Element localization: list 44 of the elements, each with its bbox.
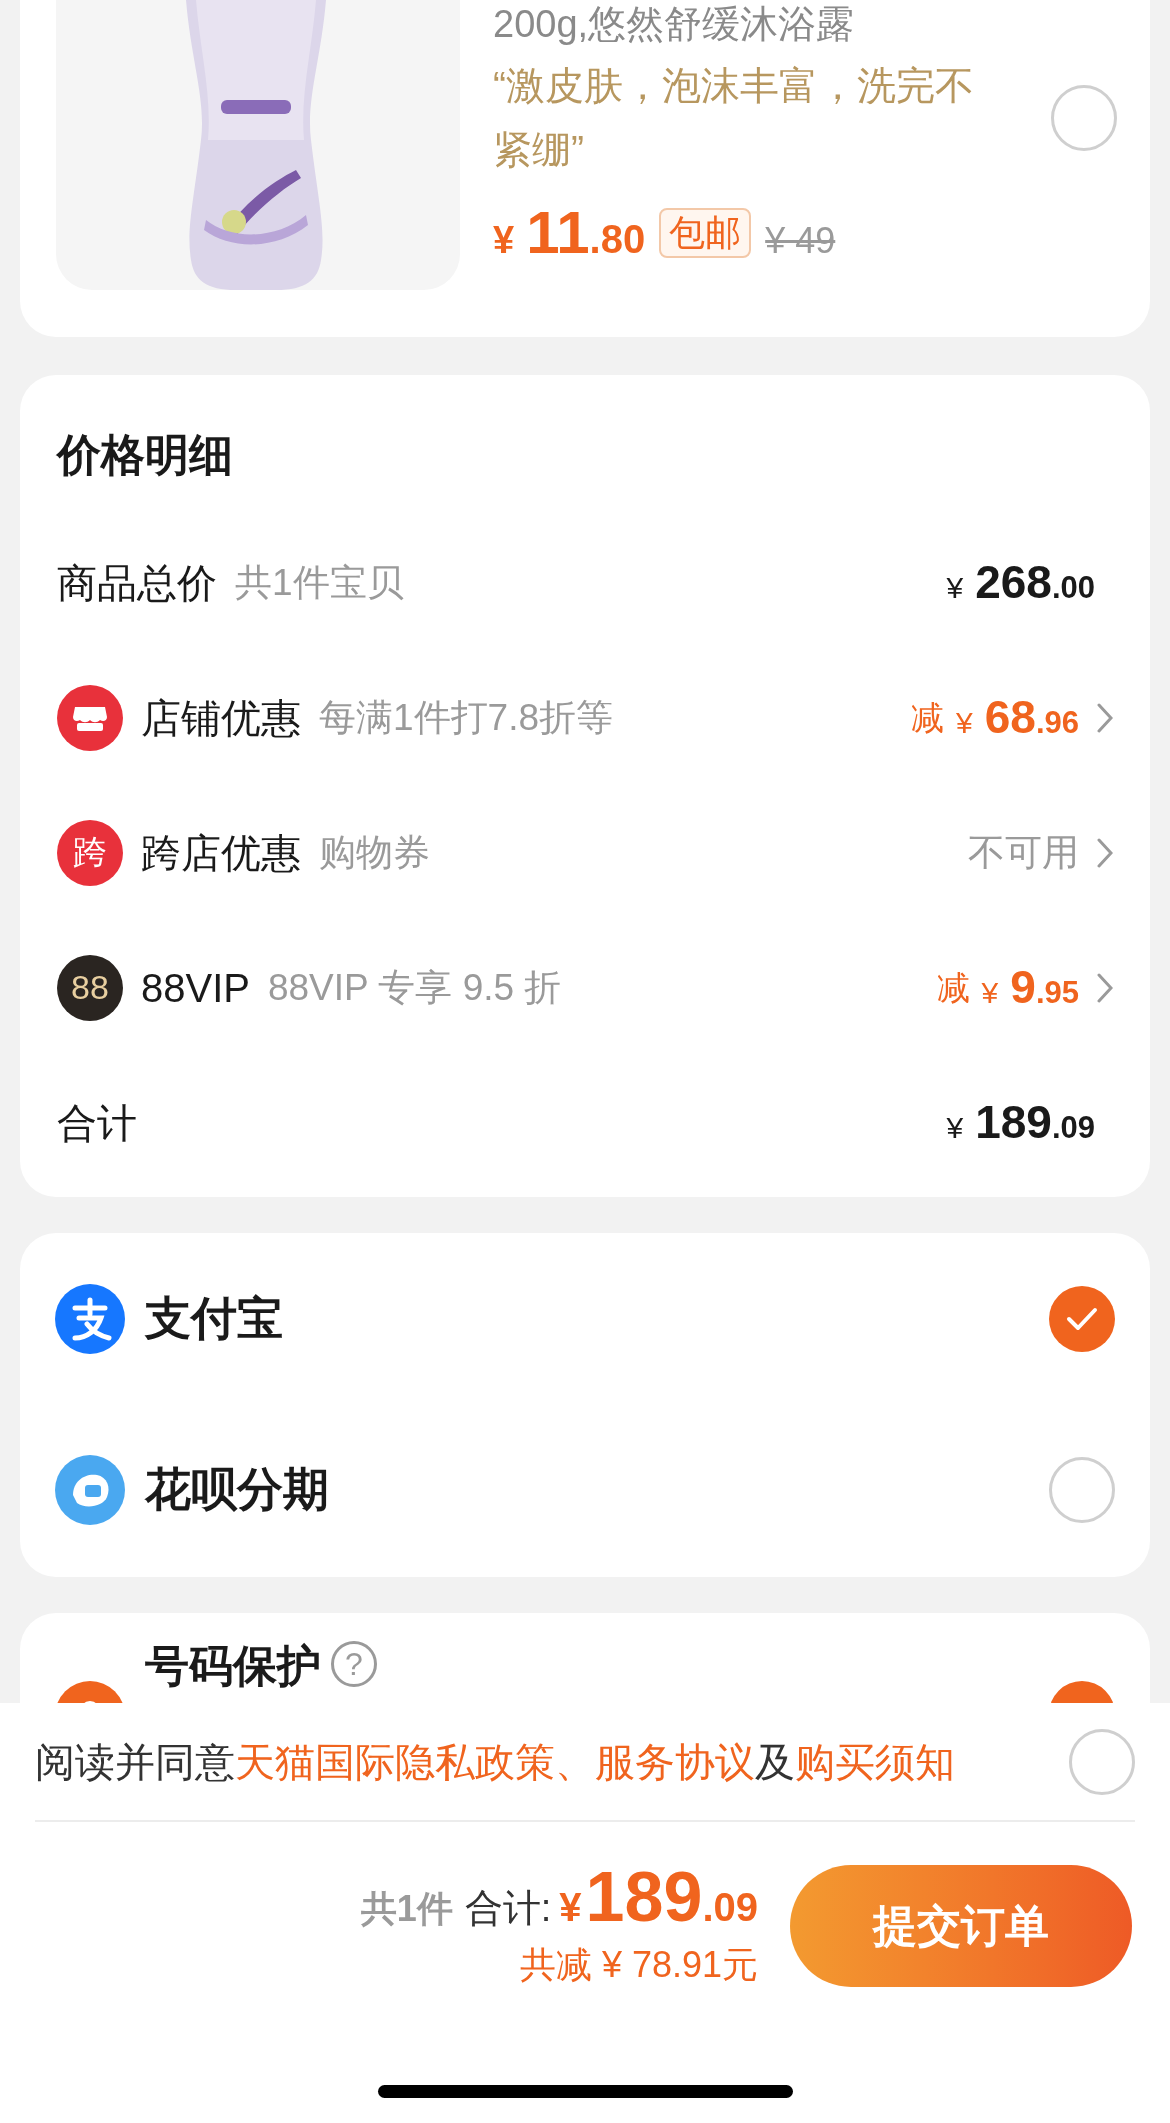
total-label: 合计: [464,1886,552,1931]
saved-amount: 共减 ¥ 78.91元 [519,1943,758,1987]
product-title: 200g,悠然舒缓沐浴露 [493,2,856,46]
amount: ¥ 68.96 [956,690,1079,745]
chevron-icon [1097,702,1113,733]
amount: ¥ 189.09 [946,1095,1095,1150]
row-label: 商品总价 [57,559,217,607]
help-icon[interactable]: ? [331,1641,377,1687]
huabei-icon [55,1454,125,1525]
vip-badge: 88 [57,954,123,1021]
row-note: 共1件宝贝 [235,560,404,605]
row-note: 88VIP 专享 9.5 折 [267,965,562,1010]
discount-prefix: 减 [911,697,945,738]
row-note: 购物券 [319,830,430,875]
amount: ¥ 9.95 [981,960,1079,1015]
product-price: ¥ 11.80 [493,198,646,268]
row-label: 合计 [57,1099,137,1147]
row-label: 店铺优惠 [141,694,301,742]
amount: ¥ 268.00 [946,555,1095,610]
original-price: ¥ 49 [765,219,836,263]
chevron-icon [1097,837,1113,868]
row-note: 每满1件打7.8折等 [319,695,613,740]
item-count: 共1件 [360,1887,453,1931]
discount-prefix: 减 [936,967,970,1008]
shipping-badge: 包邮 [659,208,752,258]
agreement-text: 阅读并同意天猫国际隐私政策、服务协议及购买须知 [35,1738,955,1786]
agreement-link[interactable]: 购买须知 [795,1739,955,1784]
review-quote: “激皮肤，泡沫丰富，洗完不紧绷” [493,63,975,173]
row-label: 跨店优惠 [141,829,301,877]
status-text[interactable]: 不可用 [968,824,1079,881]
protection-label: 号码保护 [145,1641,321,1691]
row-label: 88VIP [141,964,250,1012]
submit-button[interactable]: 提交订单 [790,1865,1132,1987]
payment-label[interactable]: 花呗分期 [145,1455,329,1524]
agreement-link[interactable]: 服务协议 [595,1739,755,1784]
agreement-link[interactable]: 天猫国际隐私政策 [235,1739,555,1784]
section-title: 价格明细 [57,429,234,481]
total-amount: ¥189.09 [559,1860,758,1937]
alipay-icon [55,1283,125,1354]
store-icon [57,684,123,751]
payment-label[interactable]: 支付宝 [145,1284,283,1353]
cross-store-badge: 跨 [57,819,123,886]
chevron-icon [1097,972,1113,1003]
check-icon [1066,1306,1098,1331]
